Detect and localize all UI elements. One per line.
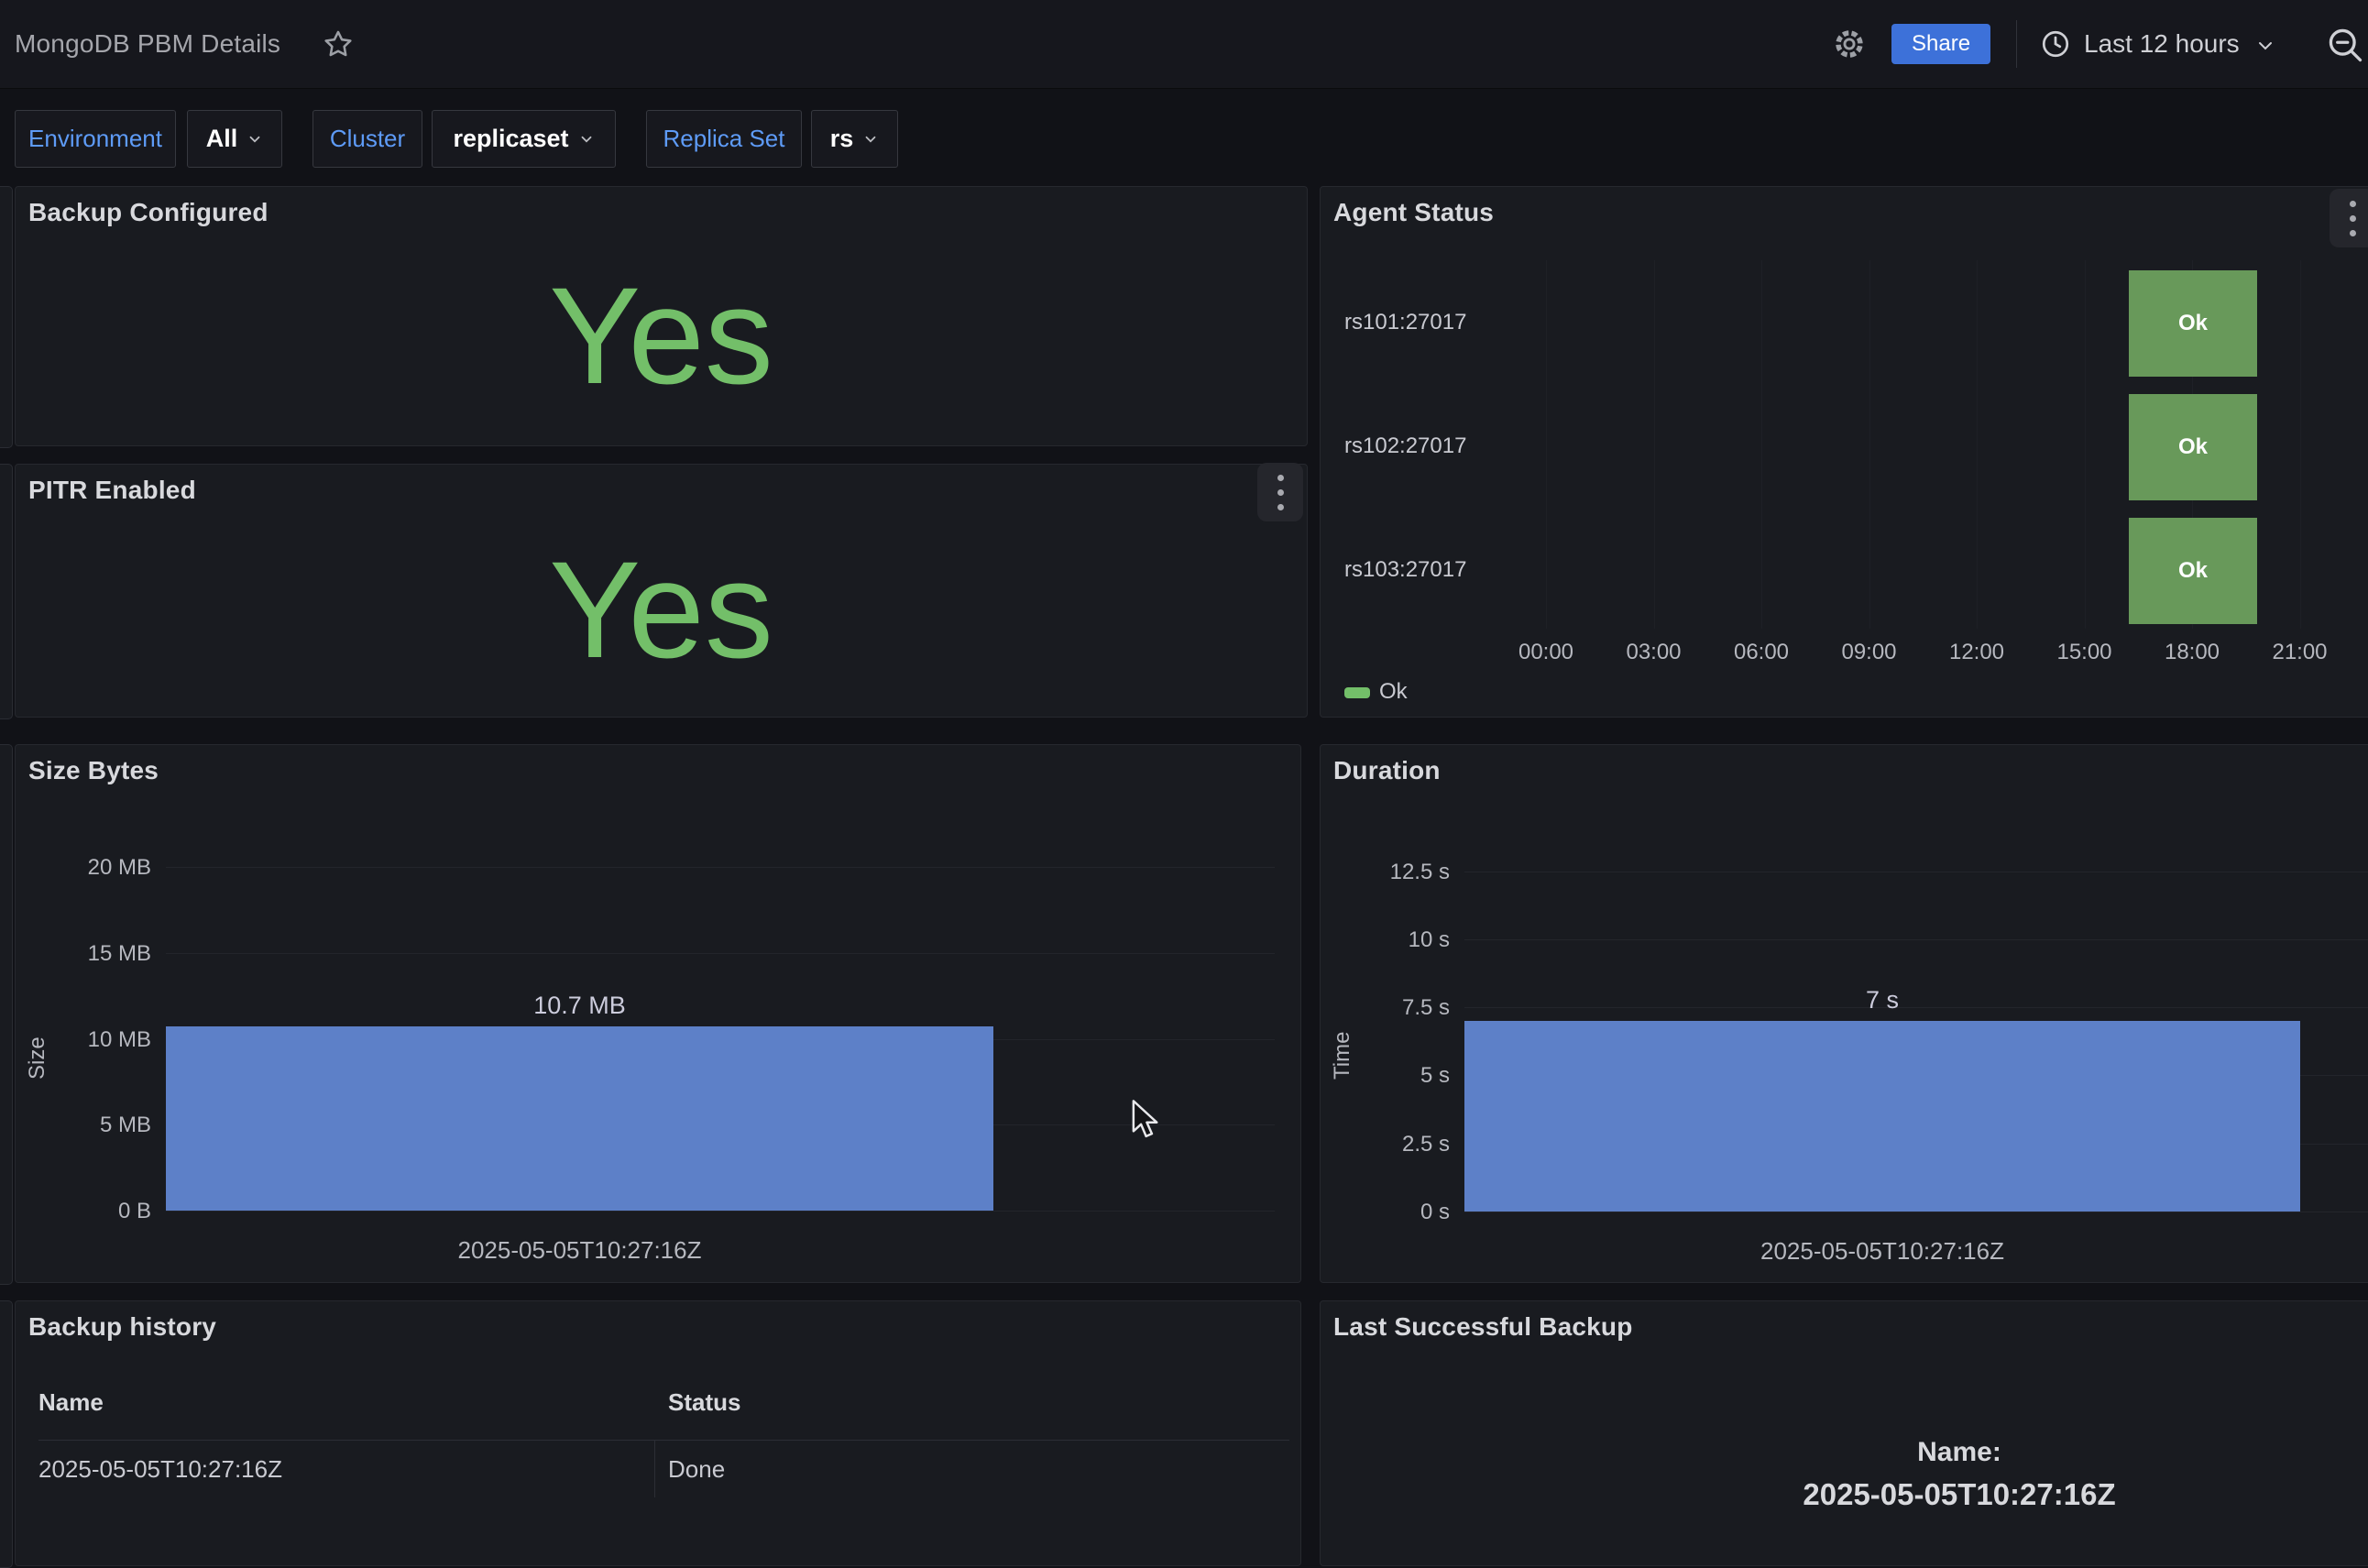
x-gridline: [1654, 260, 1655, 629]
nav-divider: [2016, 20, 2017, 68]
x-axis-tick: 15:00: [2030, 640, 2140, 665]
table-column-divider: [654, 1441, 655, 1497]
x-axis-category-label: 2025-05-05T10:27:16Z: [351, 1236, 809, 1265]
y-axis-tick: 2.5 s: [1321, 1132, 1450, 1157]
panel-menu-kebab-icon[interactable]: [2330, 189, 2368, 247]
x-axis-tick: 06:00: [1706, 640, 1816, 665]
x-gridline: [1546, 260, 1547, 629]
y-axis-tick: 20 MB: [23, 855, 151, 881]
cutoff-panel-edge: [0, 186, 13, 448]
x-gridline: [1761, 260, 1762, 629]
y-gridline: [166, 1211, 1275, 1212]
bar-duration: [1464, 1021, 2300, 1212]
panel-backup-history: Backup history Name Status 2025-05-05T10…: [15, 1300, 1301, 1566]
column-header-status[interactable]: Status: [668, 1388, 740, 1417]
chevron-down-icon: [578, 131, 595, 148]
dashboard-settings-gear-icon[interactable]: [1831, 26, 1868, 62]
column-header-name[interactable]: Name: [38, 1388, 104, 1417]
panel-last-successful-backup: Last Successful Backup Name: 2025-05-05T…: [1320, 1300, 2368, 1566]
panel-title: Size Bytes: [28, 756, 159, 785]
chevron-down-icon[interactable]: [2253, 33, 2278, 59]
panel-size-bytes: Size Bytes Size 0 B 5 MB 10 MB 15 MB 20 MB 10…: [15, 744, 1301, 1283]
agent-row-label: rs101:27017: [1344, 310, 1466, 335]
panel-title: Duration: [1333, 756, 1441, 785]
filter-value-environment[interactable]: All: [187, 110, 282, 168]
y-gridline: [1464, 939, 2368, 940]
agent-state-ok: Ok: [2129, 394, 2257, 500]
cell-backup-name: 2025-05-05T10:27:16Z: [38, 1455, 282, 1484]
panel-pitr-enabled: PITR Enabled Yes: [15, 464, 1308, 718]
panel-duration: Duration Time 0 s2.5 s5 s7.5 s10 s12.5 s…: [1320, 744, 2368, 1283]
y-gridline: [166, 867, 1275, 868]
bar-value-label: 7 s: [1745, 986, 2020, 1014]
agent-state-ok: Ok: [2129, 270, 2257, 377]
time-range-clock-icon[interactable]: [2038, 27, 2073, 61]
panel-agent-status: Agent Status 00:0003:0006:0009:0012:0015…: [1320, 186, 2368, 718]
y-axis-tick: 10 MB: [23, 1027, 151, 1053]
pitr-enabled-value: Yes: [16, 512, 1307, 707]
x-gridline: [1977, 260, 1978, 629]
page-title: MongoDB PBM Details: [15, 0, 280, 88]
x-axis-tick: 18:00: [2137, 640, 2247, 665]
filter-label-replica-set: Replica Set: [646, 110, 802, 168]
cutoff-panel-edge: [0, 1300, 13, 1568]
last-backup-value: 2025-05-05T10:27:16Z: [1616, 1477, 2303, 1512]
bar-value-label: 10.7 MB: [443, 992, 718, 1020]
y-axis-tick: 15 MB: [23, 941, 151, 967]
y-axis-tick: 5 s: [1321, 1063, 1450, 1089]
time-range-picker[interactable]: Last 12 hours: [2084, 0, 2240, 88]
cutoff-panel-edge: [0, 744, 13, 1285]
y-axis-tick: 5 MB: [23, 1113, 151, 1138]
table-header-divider: [38, 1440, 1289, 1441]
legend-label-ok[interactable]: Ok: [1379, 679, 1408, 705]
y-axis-name: Size: [25, 970, 50, 1080]
y-axis-tick: 0 B: [23, 1199, 151, 1224]
x-axis-tick: 12:00: [1922, 640, 2032, 665]
x-axis-category-label: 2025-05-05T10:27:16Z: [1653, 1237, 2111, 1266]
y-gridline: [166, 953, 1275, 954]
zoom-out-icon[interactable]: [2324, 24, 2366, 66]
cell-backup-status: Done: [668, 1455, 725, 1484]
filter-value-replica-set[interactable]: rs: [811, 110, 898, 168]
x-gridline: [2085, 260, 2086, 629]
bar-size-bytes: [166, 1026, 993, 1211]
chevron-down-icon: [247, 131, 263, 148]
panel-title: Last Successful Backup: [1333, 1312, 1633, 1342]
x-axis-tick: 21:00: [2245, 640, 2355, 665]
chevron-down-icon: [862, 131, 879, 148]
mouse-cursor: [1129, 1100, 1166, 1140]
panel-title: PITR Enabled: [28, 476, 196, 505]
backup-configured-value: Yes: [16, 235, 1307, 436]
x-gridline: [2300, 260, 2301, 629]
filter-label-environment: Environment: [15, 110, 176, 168]
y-axis-tick: 0 s: [1321, 1200, 1450, 1225]
x-gridline: [1869, 260, 1870, 629]
filter-value-cluster[interactable]: replicaset: [432, 110, 616, 168]
agent-row-label: rs103:27017: [1344, 557, 1466, 583]
last-backup-field-label: Name:: [1684, 1437, 2234, 1468]
x-axis-tick: 00:00: [1491, 640, 1601, 665]
y-axis-tick: 10 s: [1321, 927, 1450, 953]
panel-title: Backup Configured: [28, 198, 269, 227]
favorite-star-icon[interactable]: [321, 27, 356, 61]
panel-title: Agent Status: [1333, 198, 1494, 227]
agent-state-ok: Ok: [2129, 518, 2257, 624]
y-axis-tick: 7.5 s: [1321, 995, 1450, 1021]
legend-swatch-ok: [1344, 687, 1370, 698]
agent-row-label: rs102:27017: [1344, 433, 1466, 459]
share-button[interactable]: Share: [1891, 24, 1990, 64]
cutoff-panel-edge: [0, 464, 13, 719]
y-axis-tick: 12.5 s: [1321, 860, 1450, 885]
panel-title: Backup history: [28, 1312, 216, 1342]
panel-backup-configured: Backup Configured Yes: [15, 186, 1308, 446]
x-axis-tick: 09:00: [1814, 640, 1924, 665]
top-nav: MongoDB PBM Details Share Last 12 hours: [0, 0, 2368, 89]
filter-label-cluster: Cluster: [312, 110, 422, 168]
x-axis-tick: 03:00: [1599, 640, 1709, 665]
